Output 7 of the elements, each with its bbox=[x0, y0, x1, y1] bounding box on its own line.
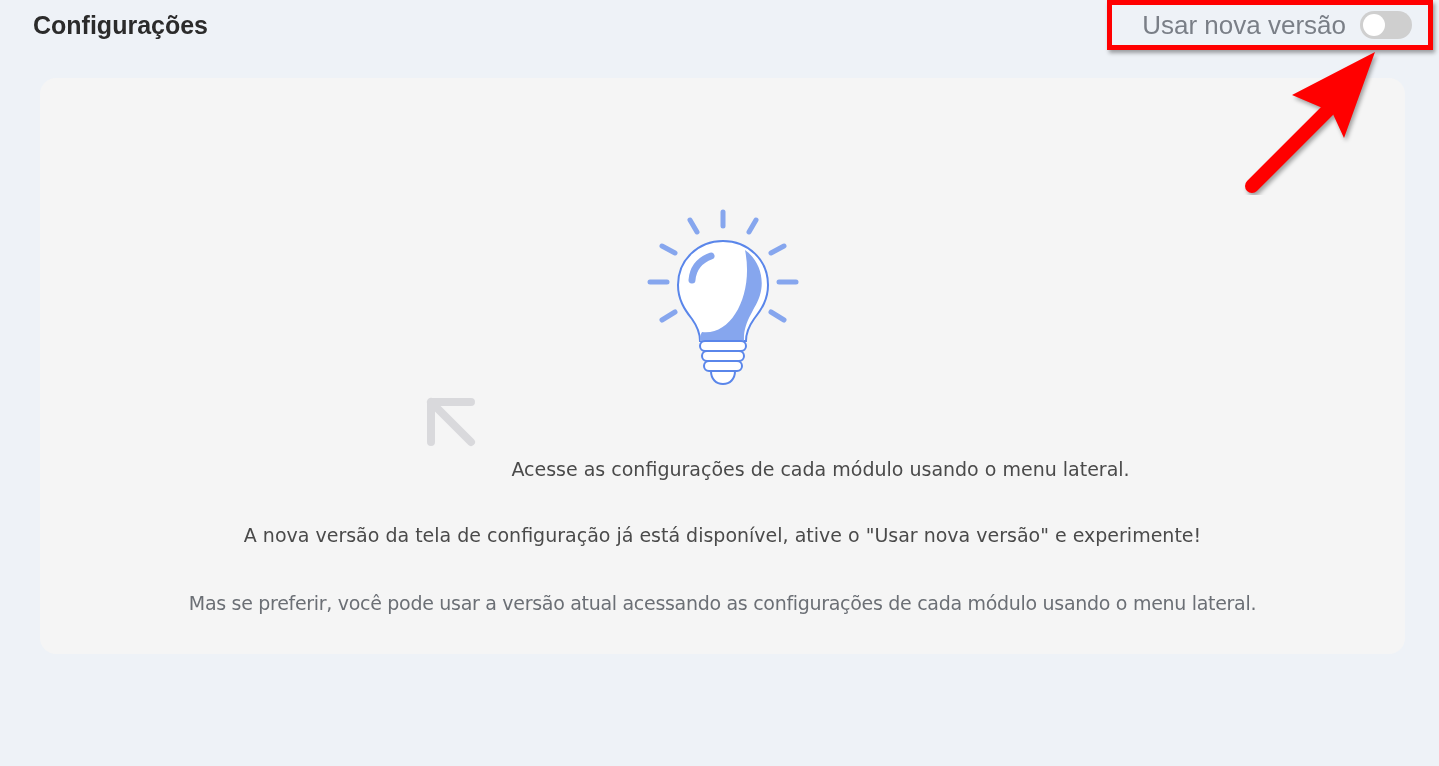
toggle-label: Usar nova versão bbox=[1142, 9, 1346, 41]
page-title: Configurações bbox=[33, 10, 209, 40]
message-text: Acesse as configurações de cada módulo usando o menu lateral. bbox=[511, 458, 1130, 480]
message-text: A nova versão da tela de configuração já está disponível, ative o "Usar nova versão" e experimente! bbox=[243, 524, 1202, 546]
toggle-switch[interactable] bbox=[1360, 11, 1412, 39]
footnote-text: Mas se preferir, você pode usar a versão atual acessando as configurações de cada módulo usando o menu lateral. bbox=[188, 592, 1257, 614]
arrow-icon bbox=[425, 396, 478, 448]
